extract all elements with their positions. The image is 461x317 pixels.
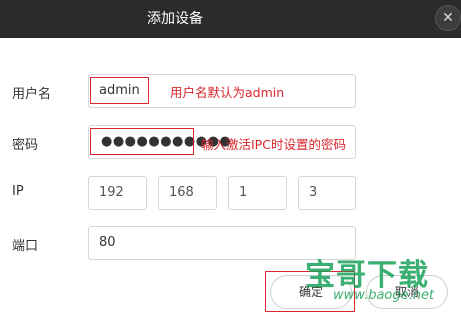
ip-octet-2-field[interactable]: 168 <box>158 176 217 210</box>
password-label: 密码 <box>12 138 39 153</box>
ip-octet-3-field[interactable]: 1 <box>228 176 287 210</box>
dialog-titlebar: 添加设备 ✕ <box>0 0 461 38</box>
ip-label: IP <box>12 184 24 199</box>
port-value: 80 <box>99 235 116 250</box>
ip-octet-1-value: 192 <box>99 185 124 200</box>
ip-octet-4-field[interactable]: 3 <box>298 176 356 210</box>
password-highlight-box <box>90 128 194 155</box>
username-annotation: 用户名默认为admin <box>170 85 285 100</box>
cancel-button[interactable]: 取消 <box>366 275 448 309</box>
ip-octet-1-field[interactable]: 192 <box>88 176 147 210</box>
port-field[interactable]: 80 <box>88 226 356 260</box>
port-label: 端口 <box>12 239 39 254</box>
dialog-title: 添加设备 <box>147 11 203 27</box>
confirm-highlight-box <box>265 271 355 312</box>
username-highlight-box <box>90 77 149 104</box>
ip-octet-2-value: 168 <box>169 185 194 200</box>
password-annotation: 输入激活IPC时设置的密码 <box>201 137 346 152</box>
ip-octet-3-value: 1 <box>239 185 248 200</box>
username-label: 用户名 <box>12 87 52 102</box>
ip-octet-4-value: 3 <box>309 185 318 200</box>
close-icon[interactable]: ✕ <box>435 5 461 31</box>
